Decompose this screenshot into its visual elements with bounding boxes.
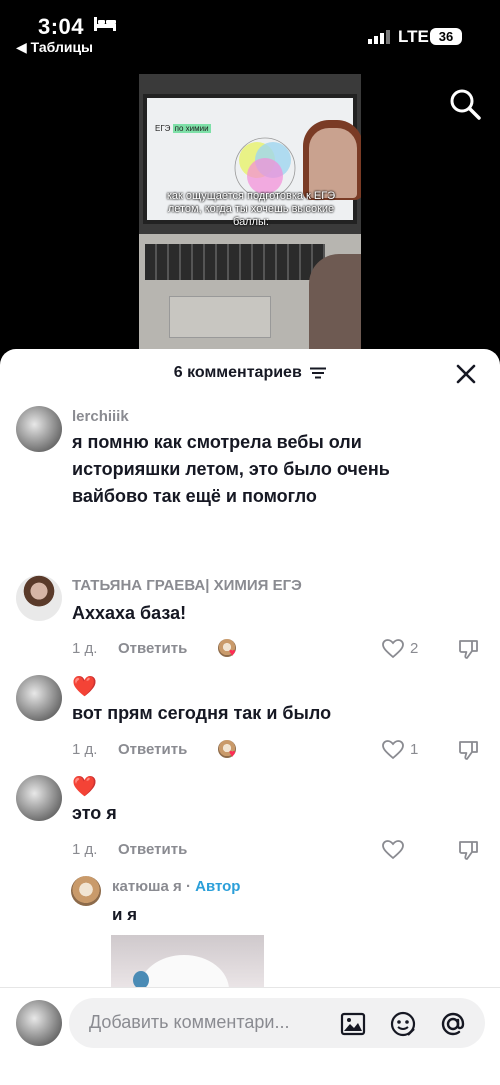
reply-text: и я <box>112 905 138 924</box>
sort-filter-icon[interactable] <box>310 367 327 379</box>
author-tag: Автор <box>195 878 241 895</box>
comment-username[interactable]: ТАТЬЯНА ГРАЕВА| ХИМИЯ ЕГЭ <box>72 577 302 594</box>
avatar[interactable] <box>16 406 62 452</box>
comment-age: 1 д. <box>72 640 98 657</box>
comment-username[interactable]: lerchiiik <box>72 408 129 425</box>
close-icon[interactable] <box>456 364 476 384</box>
cellular-signal-icon <box>368 30 390 44</box>
heart-icon[interactable] <box>382 639 404 659</box>
comment-text: Аххаха база! <box>72 603 187 623</box>
creator-liked-badge: ♥ <box>218 740 240 760</box>
comment-age: 1 д. <box>72 741 98 758</box>
network-type: LTE <box>398 27 429 46</box>
status-bar: 3:04 ◀ Таблицы LTE 36 <box>0 0 500 60</box>
comment-age: 1 д. <box>72 841 98 858</box>
dislike-icon[interactable] <box>458 839 480 861</box>
heart-icon[interactable] <box>382 840 404 860</box>
comment-text: это я <box>72 803 117 823</box>
dislike-icon[interactable] <box>458 638 480 660</box>
battery-level: 36 <box>430 28 462 45</box>
avatar[interactable] <box>71 876 101 906</box>
comment-text: вот прям сегодня так и было <box>72 703 332 723</box>
status-time: 3:04 <box>38 14 85 39</box>
comments-header: 6 комментариев <box>0 349 500 397</box>
mug <box>309 254 361 350</box>
like-count: 1 <box>410 741 419 758</box>
avatar[interactable] <box>16 775 62 821</box>
heart-emoji: ❤️ <box>72 776 97 798</box>
comments-count[interactable]: 6 комментариев <box>0 364 500 382</box>
comment-input[interactable]: Добавить комментари... <box>69 998 485 1048</box>
video-player[interactable]: ЕГЭ по химии как ощущается подготовка к … <box>139 74 361 350</box>
heart-emoji: ❤️ <box>72 676 97 698</box>
keyboard <box>145 244 325 280</box>
slide-title: ЕГЭ по химии <box>155 124 211 133</box>
heart-icon[interactable] <box>382 740 404 760</box>
presenter-face <box>309 128 357 198</box>
comments-sheet: 6 комментариев lerchiiik я помню как смо… <box>0 349 500 1085</box>
comment-composer: Добавить комментари... <box>0 987 500 1085</box>
creator-liked-badge: ♥ <box>218 639 240 659</box>
my-avatar <box>16 1000 62 1046</box>
trackpad <box>169 296 271 338</box>
comment-input-placeholder: Добавить комментари... <box>89 1012 290 1032</box>
reply-username-line: катюша я · Автор <box>112 878 241 895</box>
reply-sticker-image[interactable] <box>111 935 264 995</box>
search-icon[interactable] <box>447 86 483 122</box>
reply-button[interactable]: Ответить <box>118 841 187 858</box>
reply-button[interactable]: Ответить <box>118 741 187 758</box>
dislike-icon[interactable] <box>458 739 480 761</box>
sleep-focus-icon <box>94 17 116 31</box>
like-count: 2 <box>410 640 419 657</box>
reply-username[interactable]: катюша я <box>112 878 182 895</box>
reply-button[interactable]: Ответить <box>118 640 187 657</box>
emoji-icon[interactable] <box>389 1010 417 1038</box>
back-to-app-link[interactable]: ◀ Таблицы <box>16 39 93 56</box>
comment-text: я помню как смотрела вебы оли историяшки… <box>72 432 390 506</box>
video-caption: как ощущается подготовка к ЕГЭ летом, ко… <box>166 190 336 228</box>
mention-icon[interactable] <box>439 1010 467 1038</box>
image-icon[interactable] <box>339 1010 367 1038</box>
avatar[interactable] <box>16 675 62 721</box>
avatar[interactable] <box>16 575 62 621</box>
